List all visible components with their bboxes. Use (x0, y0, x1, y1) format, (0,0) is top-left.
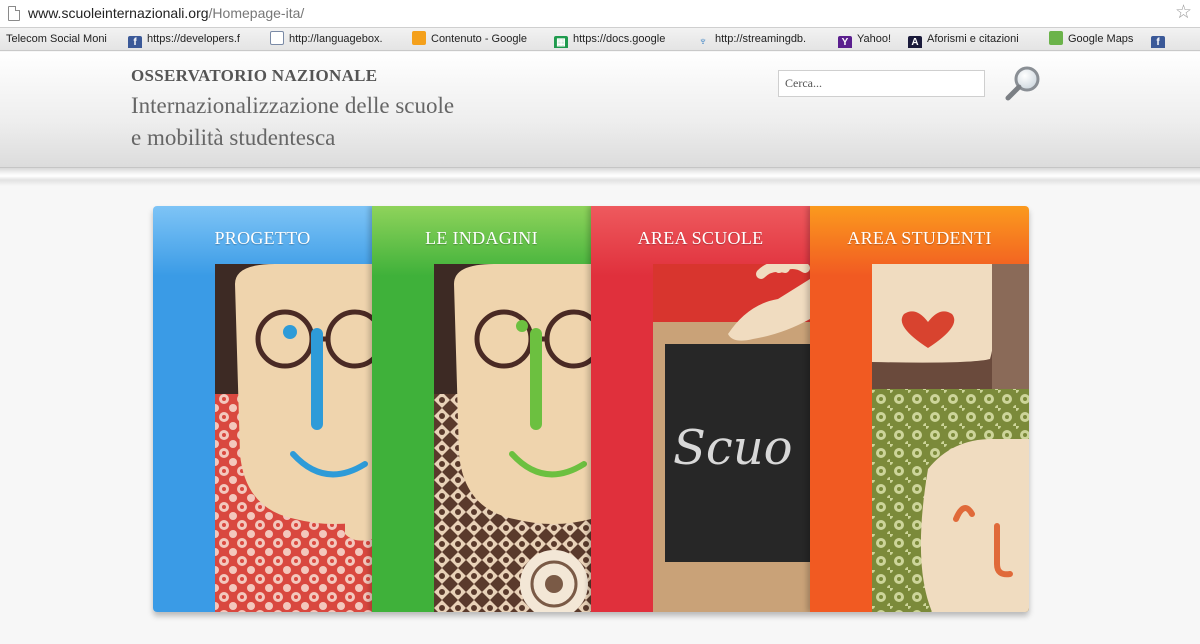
tile-progetto[interactable]: PROGETTO (153, 206, 372, 612)
bookmark-aforismi[interactable]: A Aforismi e citazioni (908, 31, 1036, 48)
google-maps-icon (1049, 31, 1063, 45)
bookmark-yahoo[interactable]: Y Yahoo! (838, 31, 900, 48)
tile-label: AREA SCUOLE (637, 228, 764, 248)
illustration-heart-faces (872, 264, 1029, 612)
site-subtitle-line2: e mobilità studentesca (131, 125, 336, 150)
search-button[interactable] (1003, 64, 1043, 102)
illustration-blackboard: Scuo (653, 264, 810, 612)
header-stripe (0, 168, 1200, 186)
bookmark-contenuto-google[interactable]: Contenuto - Google (412, 31, 538, 48)
bookmark-developers[interactable]: f https://developers.f (128, 31, 256, 48)
bookmark-telecom[interactable]: Telecom Social Moni (6, 31, 114, 48)
bookmark-streamingdb[interactable]: ♆ http://streamingdb. (696, 31, 826, 48)
bookmark-languagebox[interactable]: http://languagebox. (270, 31, 396, 48)
tile-label: AREA STUDENTI (847, 228, 992, 248)
url-path: /Homepage-ita/ (208, 5, 305, 21)
bookmark-label: Contenuto - Google (431, 33, 528, 45)
bookmark-label: Telecom Social Moni (6, 33, 107, 45)
stream-icon: ♆ (698, 34, 708, 48)
bookmark-star-icon[interactable]: ☆ (1175, 2, 1192, 24)
site-subtitle-line1: Internazionalizzazione delle scuole (131, 93, 455, 118)
search-input[interactable] (778, 70, 985, 97)
bookmark-facebook[interactable]: f (1151, 31, 1171, 48)
bookmark-label: Aforismi e citazioni (927, 33, 1019, 45)
url-text[interactable]: www.scuoleinternazionali.org/Homepage-it… (28, 5, 304, 21)
tile-area-studenti[interactable]: AREA STUDENTI (810, 206, 1029, 612)
bookmark-label: https://docs.google (573, 33, 666, 45)
aforismi-icon: A (908, 36, 922, 48)
bookmark-google-maps[interactable]: Google Maps (1049, 31, 1141, 48)
bookmark-label: https://developers.f (147, 33, 240, 45)
tile-label: LE INDAGINI (425, 228, 538, 248)
bookmark-label: Yahoo! (857, 33, 892, 45)
bookmark-docs-google[interactable]: ▦ https://docs.google (554, 31, 680, 48)
bookmark-label: http://languagebox. (289, 33, 383, 45)
facebook-icon: f (128, 36, 142, 48)
yahoo-icon: Y (838, 36, 852, 48)
site-title[interactable]: OSSERVATORIO NAZIONALE (131, 66, 377, 86)
tile-area-scuole[interactable]: AREA SCUOLE Scuo (591, 206, 810, 612)
address-bar[interactable]: www.scuoleinternazionali.org/Homepage-it… (0, 0, 1200, 28)
bookmark-label: Google Maps (1068, 33, 1134, 45)
url-host: www.scuoleinternazionali.org (28, 5, 209, 21)
google-drive-icon (412, 31, 426, 45)
spreadsheet-icon: ▦ (554, 36, 568, 48)
illustration-face-green (434, 264, 591, 612)
tile-le-indagini[interactable]: LE INDAGINI (372, 206, 591, 612)
illustration-face-blue (215, 264, 372, 612)
facebook-icon: f (1151, 36, 1165, 48)
bookmark-label: http://streamingdb. (715, 33, 807, 45)
blackboard-text: Scuo (673, 420, 793, 476)
bookmarks-bar: Telecom Social Moni f https://developers.… (0, 28, 1200, 51)
magnifier-icon (1005, 66, 1040, 101)
document-icon (270, 31, 284, 45)
page-icon (8, 6, 20, 21)
section-tiles: PROGETTO LE INDAGINI AREA SCUOLE Scuo AR… (153, 206, 1029, 612)
tile-label: PROGETTO (214, 228, 311, 248)
